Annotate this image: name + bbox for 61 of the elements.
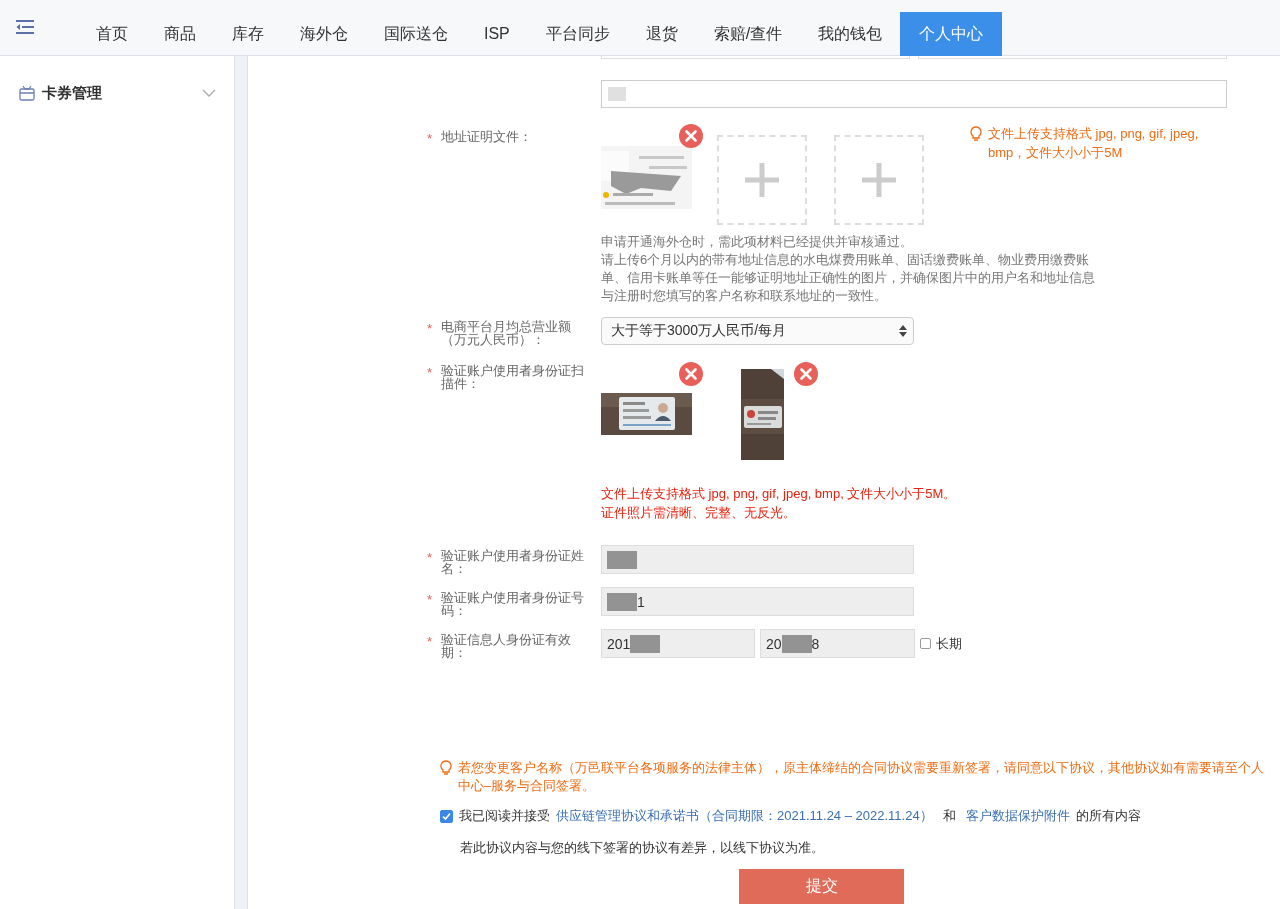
required-mark: * — [427, 635, 434, 651]
sort-arrows-icon — [899, 325, 907, 337]
agreement-link[interactable]: 客户数据保护附件 — [965, 807, 1070, 825]
redaction-mark — [608, 87, 626, 101]
field-label: 地址证明文件： — [441, 130, 533, 145]
upload-slot[interactable] — [834, 135, 924, 225]
required-mark: * — [427, 132, 434, 145]
upload-tip: 文件上传支持格式 jpg, png, gif, jpeg, bmp，文件大小小于5M — [988, 125, 1200, 162]
agreement-text: 和 — [942, 807, 956, 825]
plus-icon — [862, 163, 896, 197]
lightbulb-icon — [440, 760, 452, 776]
help-text: 申请开通海外仓时，需此项材料已经提供并审核通过。 — [601, 233, 914, 251]
required-mark: * — [427, 551, 434, 567]
redaction-mark — [607, 592, 637, 611]
nav-tab[interactable]: 退货 — [627, 12, 696, 56]
input-field[interactable] — [918, 56, 1227, 59]
redaction-mark — [607, 550, 637, 569]
nav-tab[interactable]: 平台同步 — [527, 12, 628, 56]
required-mark: * — [427, 593, 434, 609]
notice-text: 若您变更客户名称（万邑联平台各项服务的法律主体），原主体缔结的合同协议需要重新签署，请同意以下协议，其他协议如有需要请至个人中心–服务与合同签署。 — [458, 759, 1265, 795]
revenue-dropdown[interactable]: 大于等于3000万人民币/每月 — [601, 317, 914, 345]
gift-card-icon — [19, 85, 35, 101]
upload-slot[interactable] — [717, 135, 807, 225]
field-label: 验证信息人身份证有效期： — [441, 633, 572, 659]
nav-tab[interactable]: 国际送仓 — [366, 12, 466, 56]
required-mark: * — [427, 366, 434, 382]
field-label: 电商平台月均总营业额（万元人民币）： — [441, 320, 572, 346]
nav-tab[interactable]: 海外仓 — [282, 12, 366, 56]
delete-icon[interactable] — [679, 124, 703, 148]
nav-tab[interactable]: ISP — [466, 12, 528, 56]
delete-icon[interactable] — [679, 362, 703, 386]
nav-tab[interactable]: 商品 — [146, 12, 214, 56]
agreement-text: 我已阅读并接受 — [459, 807, 550, 825]
offline-note: 若此协议内容与您的线下签署的协议有差异，以线下协议为准。 — [460, 839, 825, 857]
agreement-text: 的所有内容 — [1075, 807, 1141, 825]
sidebar-item[interactable]: 卡券管理 — [0, 76, 234, 110]
help-text: 请上传6个月以内的带有地址信息的水电煤费用账单、固话缴费账单、物业费用缴费账单、信用卡账单等任一能够证明地址正确性的图片，并确保图片中的用户名和地址信息与注册时您填写的客户名称和联系地址的一致性。 — [601, 251, 1095, 305]
nav-tab[interactable]: 库存 — [214, 12, 282, 56]
field-label: 验证账户使用者身份证扫描件： — [441, 364, 585, 390]
upload-note: 证件照片需清晰、完整、无反光。 — [601, 504, 797, 522]
long-term-checkbox[interactable]: 长期 — [920, 634, 962, 653]
agreement-checkbox[interactable] — [440, 809, 453, 823]
agreement-link[interactable]: 供应链管理协议和承诺书（合同期限：2021.11.24 – 2022.11.24） — [556, 807, 933, 825]
redaction-mark — [781, 634, 812, 653]
input-field[interactable]: 1 — [601, 587, 914, 616]
nav-tab[interactable]: 首页 — [78, 12, 146, 56]
field-label: 验证账户使用者身份证姓名： — [441, 549, 585, 575]
field-label: 验证账户使用者身份证号码： — [441, 591, 585, 617]
plus-icon — [745, 163, 779, 197]
nav-tab[interactable]: 索赔/查件 — [695, 12, 801, 56]
input-field[interactable]: 20 8 — [760, 629, 915, 658]
menu-icon[interactable] — [16, 20, 34, 34]
nav-tab[interactable]: 我的钱包 — [800, 12, 901, 56]
input-field[interactable] — [601, 545, 914, 574]
redaction-mark — [630, 634, 661, 653]
upload-note: 文件上传支持格式 jpg, png, gif, jpeg, bmp, 文件大小小于5M。 — [601, 485, 958, 503]
input-field[interactable]: 201 — [601, 629, 755, 658]
delete-icon[interactable] — [794, 362, 818, 386]
required-mark: * — [427, 322, 434, 338]
lightbulb-icon — [970, 126, 982, 142]
input-field[interactable] — [601, 80, 1227, 108]
